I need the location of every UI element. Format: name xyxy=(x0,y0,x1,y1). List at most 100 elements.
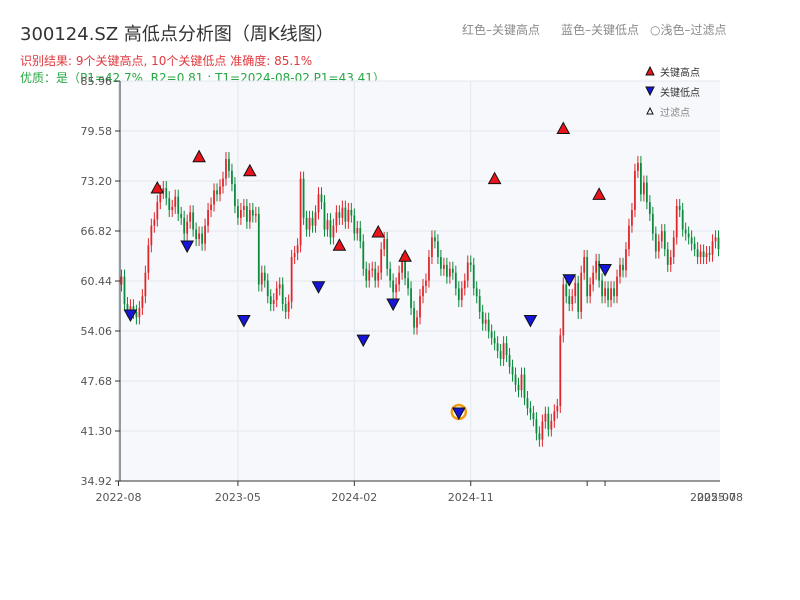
candle-body xyxy=(222,178,224,187)
candle-body xyxy=(240,209,242,218)
candle-body xyxy=(296,245,299,254)
candle-body xyxy=(174,196,177,207)
candle-body xyxy=(216,190,218,195)
candle-body xyxy=(565,284,568,297)
candle-body xyxy=(574,282,577,297)
candle-body xyxy=(714,237,717,242)
candle-body xyxy=(305,217,308,230)
candle-body xyxy=(637,162,639,171)
candle-body xyxy=(460,288,463,301)
y-tick-label: 41.30 xyxy=(81,425,113,438)
candle-body xyxy=(511,366,514,375)
candle-body xyxy=(290,257,293,302)
candle-body xyxy=(248,209,251,222)
candle-body xyxy=(389,268,392,281)
candle-body xyxy=(383,238,386,250)
candle-body xyxy=(326,220,329,230)
candle-body xyxy=(272,300,275,305)
candle-body xyxy=(469,262,472,265)
candle-body xyxy=(696,249,699,258)
candle-body xyxy=(350,209,353,216)
candle-body xyxy=(329,220,332,238)
candle-body xyxy=(168,198,171,210)
candle-body xyxy=(204,225,206,244)
candle-body xyxy=(398,272,400,285)
candle-body xyxy=(589,284,592,297)
candle-body xyxy=(550,420,553,430)
candle-body xyxy=(583,257,586,273)
candle-body xyxy=(213,190,215,205)
candle-body xyxy=(401,260,403,273)
candle-body xyxy=(616,276,618,297)
candle-body xyxy=(126,304,129,310)
candle-body xyxy=(207,209,209,226)
candle-body xyxy=(407,278,409,289)
candle-body xyxy=(613,288,615,297)
candle-body xyxy=(356,228,359,234)
candle-body xyxy=(404,260,406,279)
candle-body xyxy=(284,304,287,312)
candle-body xyxy=(466,262,469,281)
candle-body xyxy=(544,413,547,422)
candle-body xyxy=(293,253,296,258)
candle-body xyxy=(487,319,490,332)
candle-body xyxy=(177,196,180,214)
candle-body xyxy=(681,209,684,230)
candle-body xyxy=(317,194,320,213)
candle-body xyxy=(302,178,305,218)
candle-body xyxy=(150,225,153,246)
candle-body xyxy=(123,276,126,305)
y-tick-label: 34.92 xyxy=(81,475,113,488)
candle-body xyxy=(135,311,138,318)
candle-body xyxy=(183,217,186,234)
kline-chart: 2022-08 2023-05 2024-02 2024-11 2025-072025-… xyxy=(81,65,743,504)
candle-body xyxy=(708,253,711,255)
candle-body xyxy=(669,257,672,265)
candle-body xyxy=(234,184,236,207)
candle-body xyxy=(451,268,454,273)
candle-body xyxy=(156,202,159,220)
candle-body xyxy=(237,206,239,218)
candle-body xyxy=(410,288,412,308)
candle-body xyxy=(592,272,595,285)
candle-body xyxy=(201,233,203,244)
candle-body xyxy=(257,213,260,285)
candle-body xyxy=(496,343,499,352)
candle-body xyxy=(526,398,529,409)
candle-body xyxy=(505,343,508,355)
candle-body xyxy=(347,209,350,222)
y-tick-label: 73.20 xyxy=(81,175,113,188)
candle-body xyxy=(660,231,663,242)
candle-body xyxy=(595,260,598,273)
candle-body xyxy=(523,374,526,399)
candle-body xyxy=(266,280,269,297)
candle-body xyxy=(651,213,654,234)
candle-body xyxy=(311,217,314,226)
candle-body xyxy=(454,272,457,289)
legend-low-label: 关键低点 xyxy=(660,86,700,99)
candle-body xyxy=(353,215,356,234)
candle-body xyxy=(225,159,227,179)
candle-body xyxy=(687,233,690,238)
candle-body xyxy=(484,319,487,324)
candle-body xyxy=(344,207,347,222)
candle-body xyxy=(138,307,141,318)
candle-body xyxy=(380,249,383,273)
candle-body xyxy=(428,257,430,281)
candle-body xyxy=(180,213,183,218)
candle-body xyxy=(502,343,505,359)
candle-body xyxy=(362,241,365,269)
candle-body xyxy=(278,284,281,289)
candle-body xyxy=(198,233,200,239)
candle-body xyxy=(457,288,460,301)
candle-body xyxy=(490,331,493,338)
candle-body xyxy=(323,202,326,230)
candle-body xyxy=(657,241,660,252)
candle-body xyxy=(377,272,380,281)
candle-body xyxy=(571,296,574,305)
candle-body xyxy=(314,212,317,226)
candle-body xyxy=(371,268,374,271)
candle-body xyxy=(144,272,147,297)
candle-body xyxy=(228,159,230,171)
candle-body xyxy=(580,272,583,312)
